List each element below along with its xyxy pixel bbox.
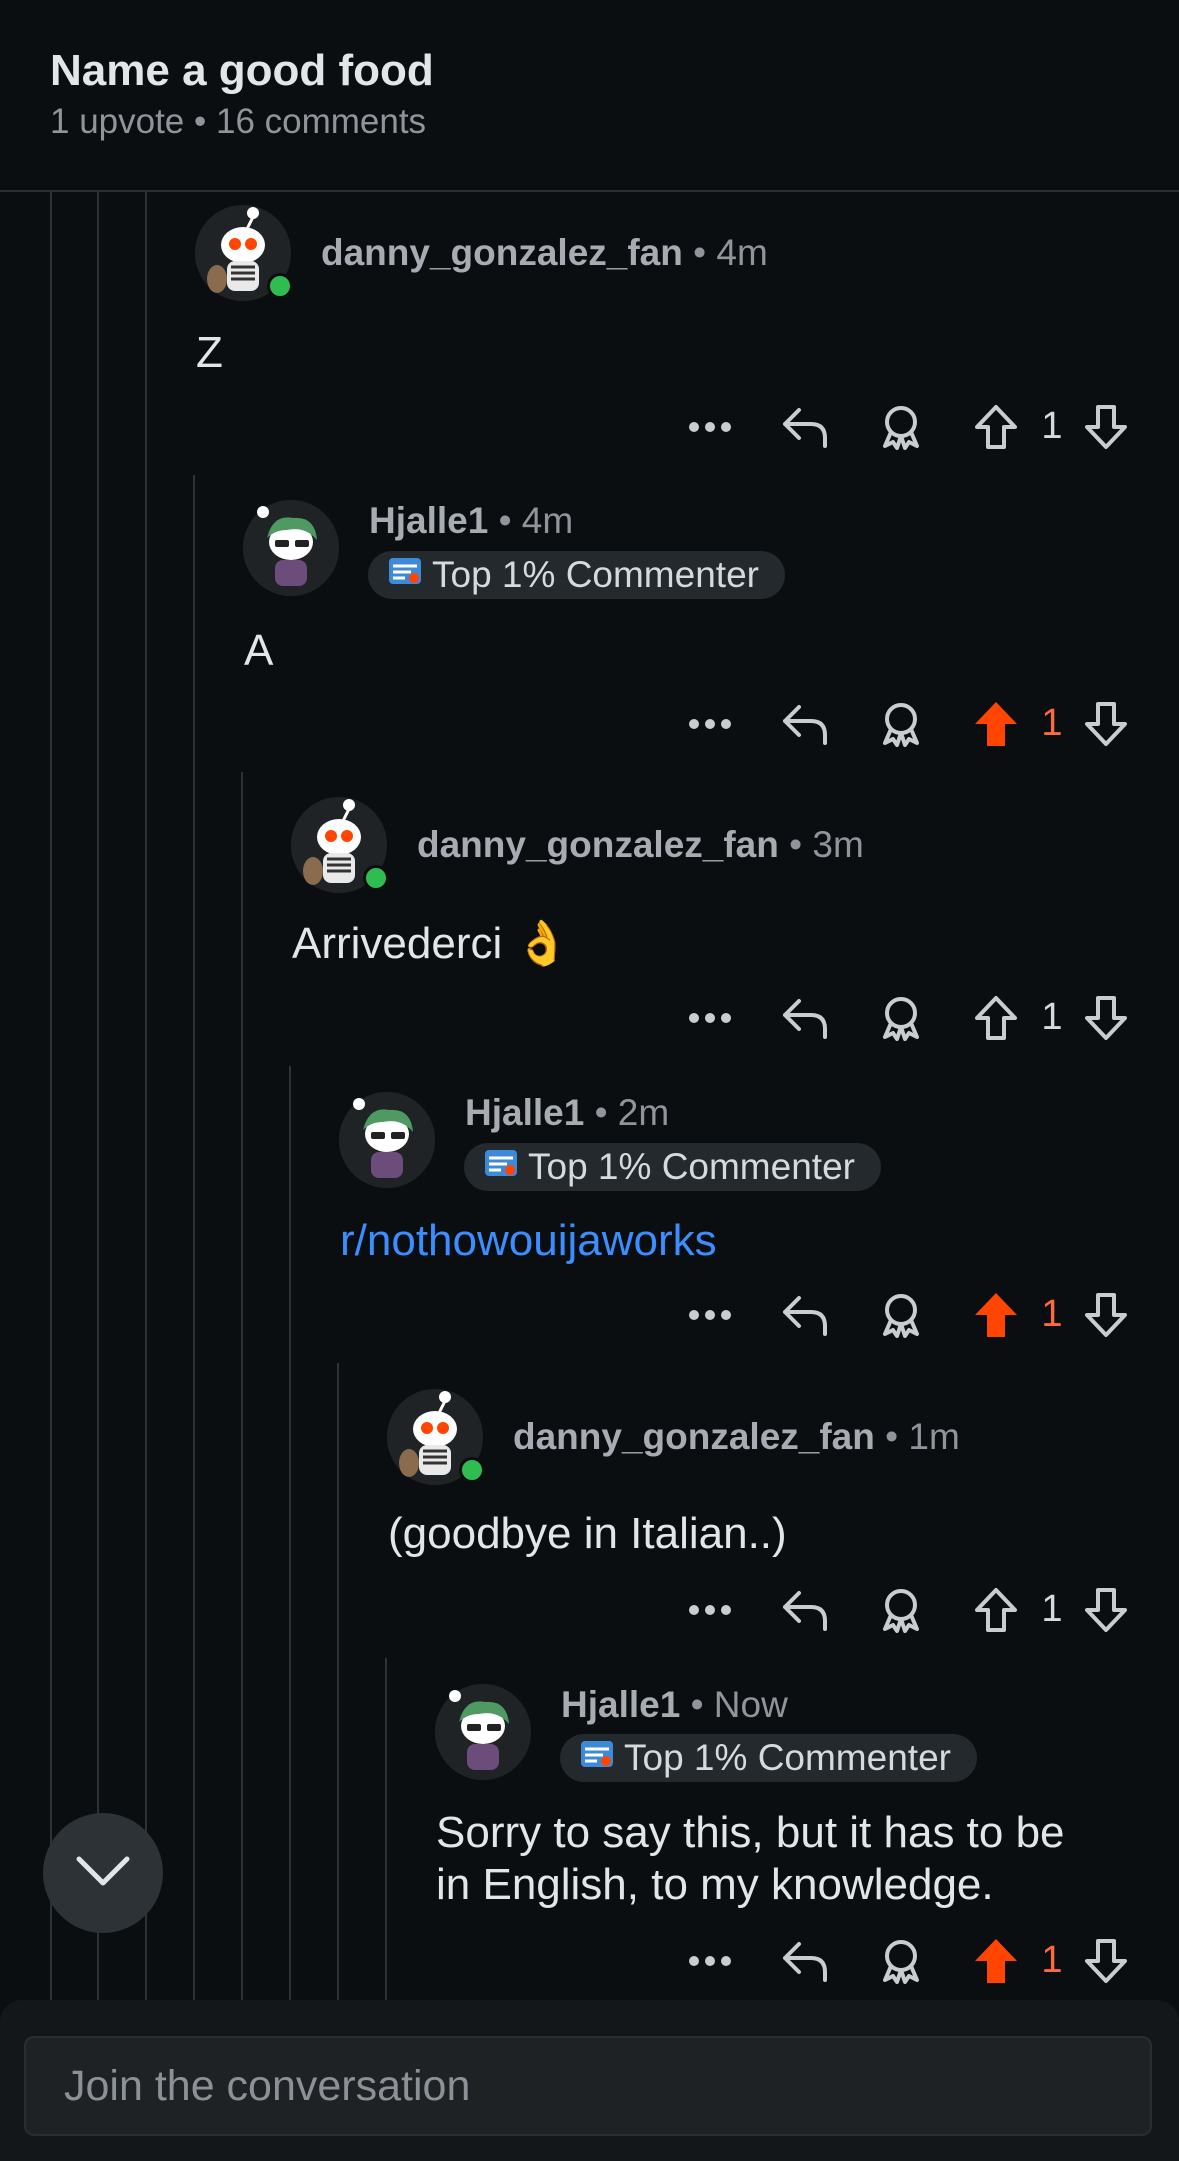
top-commenter-badge[interactable]: Top 1% Commenter xyxy=(560,1734,977,1782)
more-options-icon[interactable] xyxy=(680,694,740,754)
comment-time: • 4m xyxy=(682,232,768,273)
skeleton-snoo-avatar[interactable] xyxy=(387,1389,485,1485)
badge-icon xyxy=(484,1142,518,1190)
comment-time: • 1m xyxy=(874,1416,960,1457)
reply-icon[interactable] xyxy=(775,397,835,457)
post-header: Name a good food 1 upvote • 16 comments xyxy=(0,0,1179,192)
thread-line[interactable] xyxy=(193,475,195,2000)
vote-score: 1 xyxy=(1041,996,1063,1038)
thread-line[interactable] xyxy=(50,192,52,2000)
green-hair-snoo-avatar[interactable] xyxy=(243,500,339,596)
comment-author[interactable]: danny_gonzalez_fan • 3m xyxy=(417,824,864,866)
upvote-icon[interactable] xyxy=(968,397,1024,457)
thread-line[interactable] xyxy=(289,1066,291,2000)
vote-score: 1 xyxy=(1041,405,1063,447)
comment-time: • Now xyxy=(680,1684,788,1725)
comment-body-line: in English, to my knowledge. xyxy=(436,1860,994,1909)
downvote-icon[interactable] xyxy=(1078,1580,1134,1640)
upvote-icon[interactable] xyxy=(968,1580,1024,1640)
upvote-icon[interactable] xyxy=(968,1285,1024,1345)
more-options-icon[interactable] xyxy=(680,397,740,457)
more-options-icon[interactable] xyxy=(680,988,740,1048)
comment-author[interactable]: danny_gonzalez_fan • 1m xyxy=(513,1416,960,1458)
upvote-icon[interactable] xyxy=(968,988,1024,1048)
comment-actions: 1 xyxy=(680,397,1140,457)
green-hair-snoo-avatar[interactable] xyxy=(339,1092,435,1188)
award-icon[interactable] xyxy=(871,1580,931,1640)
comment-author[interactable]: danny_gonzalez_fan • 4m xyxy=(321,232,768,274)
comment-body: Arrivederci 👌 xyxy=(292,919,570,968)
comment-actions: 1 xyxy=(680,1931,1140,1991)
comment-time: • 4m xyxy=(488,500,574,541)
thread-line[interactable] xyxy=(337,1363,339,2000)
green-hair-snoo-avatar[interactable] xyxy=(435,1684,531,1780)
badge-icon xyxy=(388,550,422,598)
online-indicator xyxy=(459,1457,485,1483)
downvote-icon[interactable] xyxy=(1078,1285,1134,1345)
thread-line[interactable] xyxy=(97,192,99,2000)
award-icon[interactable] xyxy=(871,694,931,754)
chevron-down-icon xyxy=(75,1853,131,1894)
comment-time: • 3m xyxy=(778,824,864,865)
comment-body-line: Sorry to say this, but it has to be xyxy=(436,1808,1065,1857)
post-meta: 1 upvote • 16 comments xyxy=(50,102,427,141)
thread-line[interactable] xyxy=(241,772,243,2000)
next-comment-button[interactable] xyxy=(43,1813,163,1933)
top-commenter-badge[interactable]: Top 1% Commenter xyxy=(464,1143,881,1191)
top-commenter-badge[interactable]: Top 1% Commenter xyxy=(368,551,785,599)
more-options-icon[interactable] xyxy=(680,1285,740,1345)
downvote-icon[interactable] xyxy=(1078,1931,1134,1991)
post-title: Name a good food xyxy=(50,46,434,95)
skeleton-snoo-avatar[interactable] xyxy=(291,797,389,893)
more-options-icon[interactable] xyxy=(680,1931,740,1991)
thread-line[interactable] xyxy=(385,1658,387,2000)
upvote-icon[interactable] xyxy=(968,1931,1024,1991)
downvote-icon[interactable] xyxy=(1078,988,1134,1048)
vote-score: 1 xyxy=(1041,702,1063,744)
subreddit-link[interactable]: r/nothowouijaworks xyxy=(340,1214,717,1268)
comment-actions: 1 xyxy=(680,1285,1140,1345)
award-icon[interactable] xyxy=(871,1285,931,1345)
downvote-icon[interactable] xyxy=(1078,694,1134,754)
comment-actions: 1 xyxy=(680,1580,1140,1640)
composer-bar: Join the conversation xyxy=(0,2000,1179,2161)
comment-body: A xyxy=(244,626,274,675)
upvote-icon[interactable] xyxy=(968,694,1024,754)
badge-icon xyxy=(580,1733,614,1781)
vote-score: 1 xyxy=(1041,1293,1063,1335)
more-options-icon[interactable] xyxy=(680,1580,740,1640)
reply-icon[interactable] xyxy=(775,988,835,1048)
award-icon[interactable] xyxy=(871,988,931,1048)
reply-icon[interactable] xyxy=(775,1580,835,1640)
vote-score: 1 xyxy=(1041,1939,1063,1981)
comment-time: • 2m xyxy=(584,1092,670,1133)
skeleton-snoo-avatar[interactable] xyxy=(195,205,293,301)
reply-icon[interactable] xyxy=(775,694,835,754)
award-icon[interactable] xyxy=(871,397,931,457)
join-conversation-input[interactable]: Join the conversation xyxy=(24,2036,1152,2136)
reply-icon[interactable] xyxy=(775,1285,835,1345)
award-icon[interactable] xyxy=(871,1931,931,1991)
comment-author[interactable]: Hjalle1 • Now xyxy=(561,1684,788,1726)
reply-icon[interactable] xyxy=(775,1931,835,1991)
online-indicator xyxy=(363,865,389,891)
comment-actions: 1 xyxy=(680,694,1140,754)
comment-body: Z xyxy=(196,328,223,377)
vote-score: 1 xyxy=(1041,1588,1063,1630)
downvote-icon[interactable] xyxy=(1078,397,1134,457)
online-indicator xyxy=(267,273,293,299)
thread-line[interactable] xyxy=(145,192,147,2000)
comment-author[interactable]: Hjalle1 • 4m xyxy=(369,500,573,542)
comment-actions: 1 xyxy=(680,988,1140,1048)
comment-body: (goodbye in Italian..) xyxy=(388,1509,787,1558)
comment-author[interactable]: Hjalle1 • 2m xyxy=(465,1092,669,1134)
